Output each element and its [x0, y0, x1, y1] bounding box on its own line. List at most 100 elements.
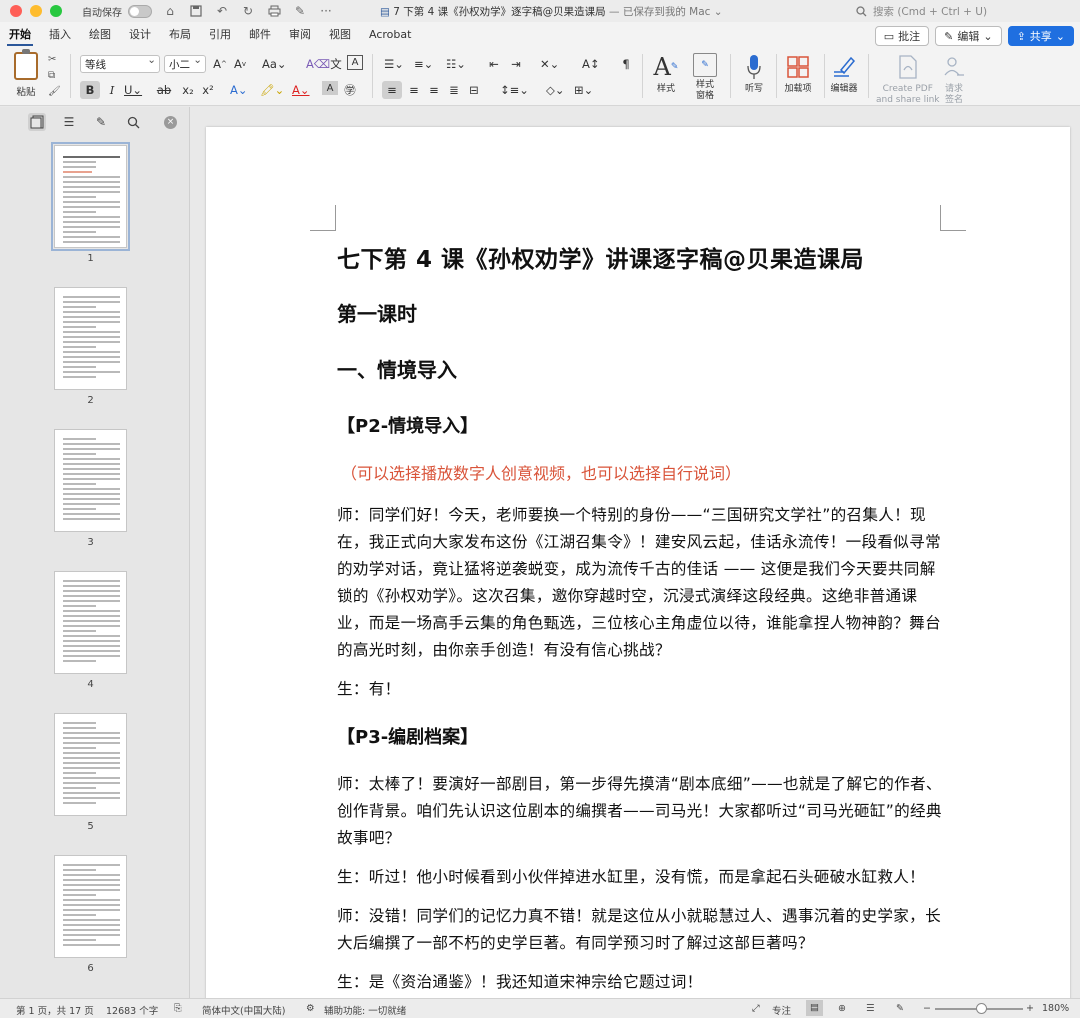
styles-pane-button[interactable]: ✎ 样式 窗格 [693, 53, 717, 102]
search-box[interactable]: 搜索 (Cmd + Ctrl + U) [856, 2, 1070, 20]
grow-font-icon[interactable]: A ^ [212, 55, 228, 73]
print-icon[interactable] [266, 4, 282, 18]
zoom-window-button[interactable] [50, 5, 62, 17]
tab-review[interactable]: 审阅 [280, 22, 320, 48]
tab-home[interactable]: 开始 [0, 22, 40, 48]
bold-button[interactable]: B [80, 81, 100, 99]
document-body[interactable]: 七下第 4 课《孙权劝学》讲课逐字稿@贝果造课局 第一课时 一、情境导入 【P2… [337, 245, 947, 996]
request-signature-button[interactable]: 请求 签名 [940, 53, 968, 106]
tab-view[interactable]: 视图 [320, 22, 360, 48]
tab-design[interactable]: 设计 [120, 22, 160, 48]
editing-mode-button[interactable]: ✎ 编辑 ⌄ [935, 26, 1002, 46]
outline-view-icon[interactable]: ☰ [866, 1003, 875, 1014]
redo-icon[interactable]: ↻ [240, 4, 256, 18]
autosave-toggle[interactable] [128, 4, 152, 18]
highlight-color-icon[interactable]: 🖍⌄ [260, 81, 284, 99]
shrink-font-icon[interactable]: Av [232, 55, 248, 73]
share-button[interactable]: ⇪ 共享 ⌄ [1007, 26, 1074, 46]
chinese-layout-icon[interactable]: ✕⌄ [540, 55, 559, 73]
tab-references[interactable]: 引用 [200, 22, 240, 48]
tab-acrobat[interactable]: Acrobat [360, 22, 420, 48]
thumbnails-icon[interactable] [28, 113, 46, 131]
zoom-level[interactable]: 180% [1042, 1003, 1069, 1014]
page-thumbnail-1[interactable] [51, 142, 130, 251]
zoom-slider-handle[interactable] [976, 1003, 987, 1014]
font-name-select[interactable]: 等线 [80, 54, 160, 73]
page-thumbnail-4[interactable] [54, 571, 127, 674]
minimize-window-button[interactable] [30, 5, 42, 17]
line-spacing-icon[interactable]: ↕≡⌄ [500, 81, 529, 99]
accessibility-status[interactable]: 辅助功能: 一切就绪 [324, 1003, 406, 1017]
tab-draw[interactable]: 绘图 [80, 22, 120, 48]
create-pdf-button[interactable]: Create PDF and share link [876, 53, 940, 106]
addins-button[interactable]: 加载项 [784, 53, 812, 95]
copy-icon[interactable]: ⧉ [48, 70, 61, 81]
clear-formatting-icon[interactable]: A⌫ [306, 55, 330, 73]
format-painter-icon[interactable]: ✎ [292, 4, 308, 18]
save-icon[interactable] [188, 4, 204, 18]
tab-layout[interactable]: 布局 [160, 22, 200, 48]
superscript-button[interactable]: x² [200, 81, 216, 99]
justify-button[interactable]: ≣ [446, 81, 462, 99]
borders-icon[interactable]: ⊞⌄ [574, 81, 593, 99]
bullets-icon[interactable]: ☰⌄ [384, 55, 404, 73]
focus-button[interactable]: 专注 [772, 1003, 791, 1017]
subscript-button[interactable]: x₂ [180, 81, 196, 99]
align-center-button[interactable]: ≡ [406, 81, 422, 99]
document-page[interactable]: 七下第 4 课《孙权劝学》讲课逐字稿@贝果造课局 第一课时 一、情境导入 【P2… [206, 127, 1070, 998]
close-pane-icon[interactable]: × [164, 116, 177, 129]
zoom-out-icon[interactable]: − [923, 1003, 931, 1014]
decrease-indent-icon[interactable]: ⇤ [486, 55, 502, 73]
search-icon[interactable] [124, 113, 142, 131]
show-formatting-icon[interactable]: ¶ [618, 55, 634, 73]
page-thumbnail-3[interactable] [54, 429, 127, 532]
underline-button[interactable]: U⌄ [124, 81, 142, 99]
page-thumbnail-6[interactable] [54, 855, 127, 958]
draft-view-icon[interactable]: ✎ [896, 1003, 904, 1014]
multilevel-list-icon[interactable]: ☷⌄ [446, 55, 466, 73]
numbering-icon[interactable]: ≡⌄ [414, 55, 433, 73]
language-indicator[interactable]: 简体中文(中国大陆) [202, 1003, 285, 1017]
character-shading-icon[interactable]: A [322, 81, 338, 95]
editor-button[interactable]: 编辑器 [830, 53, 858, 95]
paste-button[interactable]: 粘贴 [8, 49, 44, 102]
undo-icon[interactable]: ↶ [214, 4, 230, 18]
more-icon[interactable]: ··· [318, 4, 334, 18]
web-layout-icon[interactable]: ⊕ [838, 1003, 846, 1014]
strikethrough-button[interactable]: ab [156, 81, 172, 99]
shading-icon[interactable]: ◇⌄ [546, 81, 564, 99]
increase-indent-icon[interactable]: ⇥ [508, 55, 524, 73]
format-painter-icon[interactable]: 🖌 [48, 86, 61, 97]
font-color-icon[interactable]: A⌄ [292, 81, 310, 99]
page-count[interactable]: 第 1 页，共 17 页 [16, 1003, 94, 1017]
text-effects-icon[interactable]: A⌄ [230, 81, 248, 99]
home-icon[interactable]: ⌂ [162, 4, 178, 18]
align-left-button[interactable]: ≡ [382, 81, 402, 99]
tab-mailings[interactable]: 邮件 [240, 22, 280, 48]
outline-icon[interactable]: ☰ [60, 113, 78, 131]
edit-document-icon[interactable]: ✎ [92, 113, 110, 131]
distributed-button[interactable]: ⊟ [466, 81, 482, 99]
proofing-icon[interactable]: ⎘ [174, 1003, 182, 1014]
align-right-button[interactable]: ≡ [426, 81, 442, 99]
change-case-icon[interactable]: Aa⌄ [262, 55, 287, 73]
font-size-select[interactable]: 小二 [164, 54, 206, 73]
document-canvas[interactable]: 七下第 4 课《孙权劝学》讲课逐字稿@贝果造课局 第一课时 一、情境导入 【P2… [191, 107, 1080, 998]
italic-button[interactable]: I [104, 81, 120, 99]
character-border-icon[interactable]: A [347, 55, 363, 70]
styles-button[interactable]: A ✎ 样式 [652, 53, 680, 95]
dictate-button[interactable]: 听写 [740, 53, 768, 95]
cut-icon[interactable]: ✂ [48, 54, 61, 65]
phonetic-guide-icon[interactable]: 文 [328, 55, 344, 73]
page-thumbnail-5[interactable] [54, 713, 127, 816]
zoom-in-icon[interactable]: + [1026, 1003, 1034, 1014]
close-window-button[interactable] [10, 5, 22, 17]
sort-icon[interactable]: A↕ [582, 55, 600, 73]
print-layout-icon[interactable]: ▤ [806, 1000, 823, 1016]
tab-insert[interactable]: 插入 [40, 22, 80, 48]
comments-button[interactable]: ▭ 批注 [874, 26, 930, 46]
word-count[interactable]: 12683 个字 [106, 1003, 158, 1017]
enclosed-character-icon[interactable]: ㊫ [342, 81, 358, 99]
page-thumbnail-2[interactable] [54, 287, 127, 390]
document-title[interactable]: ▤ 7 下第 4 课《孙权劝学》逐字稿@贝果造课局 — 已保存到我的 Mac ⌄ [380, 4, 723, 19]
